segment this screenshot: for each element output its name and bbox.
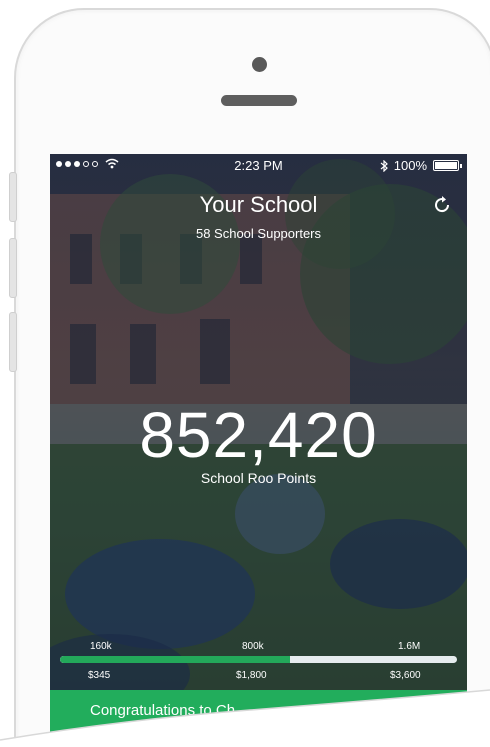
bluetooth-icon	[380, 159, 388, 172]
milestone-label: 800k	[242, 641, 264, 652]
earpiece-speaker	[221, 95, 297, 106]
school-points-value: 852,420	[139, 399, 378, 471]
school-points-label: School Roo Points	[200, 470, 317, 486]
mute-switch	[9, 172, 17, 222]
milestone-label: 160k	[90, 641, 112, 652]
page-curl	[0, 689, 490, 747]
progress-bar	[60, 656, 457, 663]
status-bar: 2:23 PM 100%	[50, 154, 467, 178]
app-screen: 2:23 PM 100% Your School 58 School Suppo…	[50, 154, 467, 747]
progress-fill	[60, 656, 291, 663]
page-title: Your School	[199, 192, 318, 217]
milestone-label: 1.6M	[398, 641, 421, 652]
front-camera	[252, 57, 267, 72]
volume-down-button	[9, 312, 17, 372]
status-right: 100%	[380, 158, 462, 173]
battery-percent: 100%	[393, 158, 427, 173]
supporters-count: 58 School Supporters	[195, 226, 322, 241]
volume-up-button	[9, 238, 17, 298]
battery-icon	[433, 160, 462, 171]
progress-milestones: 160k 800k 1.6M	[60, 641, 457, 657]
refresh-icon[interactable]	[431, 194, 453, 216]
